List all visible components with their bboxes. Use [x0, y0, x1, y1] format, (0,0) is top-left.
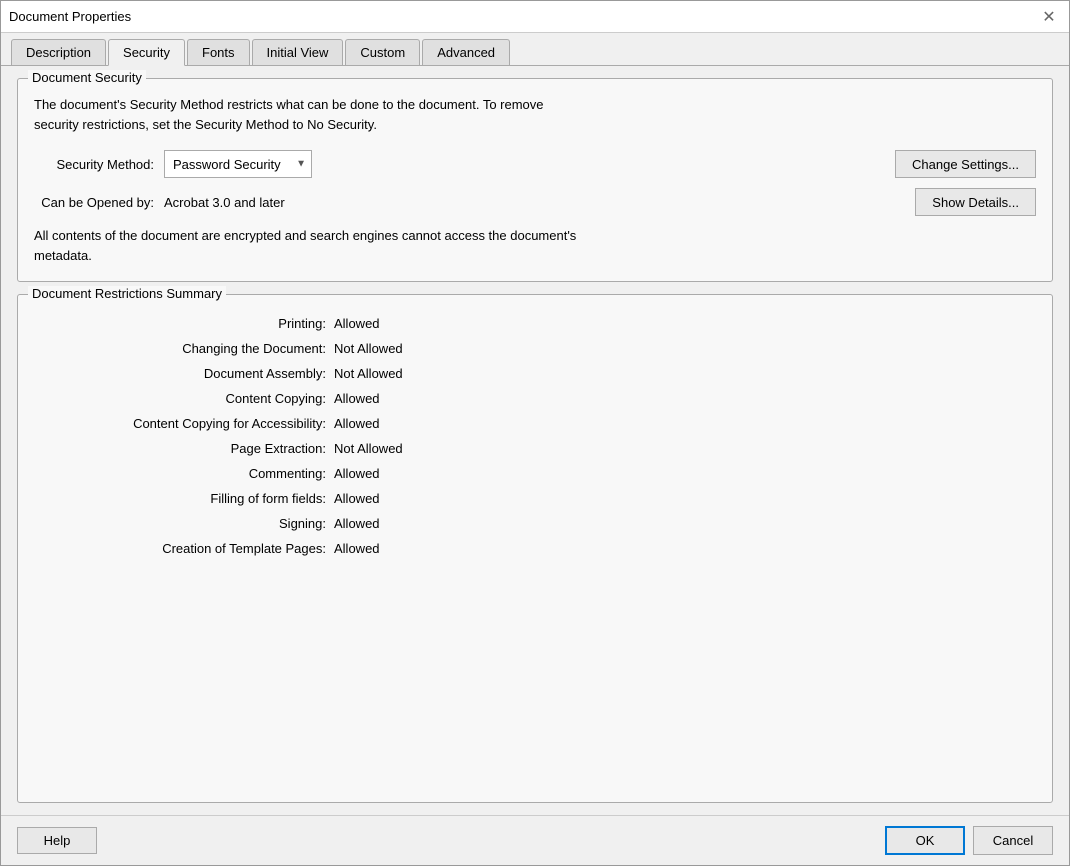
tab-security[interactable]: Security [108, 39, 185, 66]
opened-by-row: Can be Opened by: Acrobat 3.0 and later … [34, 188, 1036, 216]
security-method-label: Security Method: [34, 157, 154, 172]
tab-fonts[interactable]: Fonts [187, 39, 250, 65]
footer: Help OK Cancel [1, 815, 1069, 865]
restriction-value: Allowed [334, 488, 1036, 509]
restriction-value: Not Allowed [334, 363, 1036, 384]
encryption-note: All contents of the document are encrypt… [34, 226, 1036, 265]
security-method-select-wrapper[interactable]: Password Security ▼ [164, 150, 312, 178]
ok-button[interactable]: OK [885, 826, 965, 855]
restriction-label: Document Assembly: [34, 363, 334, 384]
restriction-label: Content Copying for Accessibility: [34, 413, 334, 434]
tab-description[interactable]: Description [11, 39, 106, 65]
content-area: Document Security The document's Securit… [1, 66, 1069, 815]
opened-by-left: Can be Opened by: Acrobat 3.0 and later [34, 195, 285, 210]
restriction-label: Page Extraction: [34, 438, 334, 459]
tab-advanced[interactable]: Advanced [422, 39, 510, 65]
opened-by-value: Acrobat 3.0 and later [164, 195, 285, 210]
restriction-label: Changing the Document: [34, 338, 334, 359]
restriction-value: Allowed [334, 463, 1036, 484]
restriction-label: Filling of form fields: [34, 488, 334, 509]
tabs-bar: Description Security Fonts Initial View … [1, 33, 1069, 66]
close-button[interactable]: ✕ [1037, 5, 1061, 29]
restriction-value: Allowed [334, 513, 1036, 534]
restriction-value: Allowed [334, 313, 1036, 334]
document-restrictions-group: Document Restrictions Summary Printing:A… [17, 294, 1053, 803]
restriction-label: Signing: [34, 513, 334, 534]
help-button[interactable]: Help [17, 827, 97, 854]
tab-custom[interactable]: Custom [345, 39, 420, 65]
restriction-label: Creation of Template Pages: [34, 538, 334, 559]
tab-initial-view[interactable]: Initial View [252, 39, 344, 65]
security-method-row: Security Method: Password Security ▼ Cha… [34, 150, 1036, 178]
document-security-content: The document's Security Method restricts… [34, 95, 1036, 265]
restriction-label: Printing: [34, 313, 334, 334]
restriction-label: Content Copying: [34, 388, 334, 409]
restriction-value: Allowed [334, 388, 1036, 409]
restriction-value: Not Allowed [334, 438, 1036, 459]
opened-by-label: Can be Opened by: [34, 195, 154, 210]
security-method-left: Security Method: Password Security ▼ [34, 150, 312, 178]
restriction-value: Allowed [334, 413, 1036, 434]
document-restrictions-title: Document Restrictions Summary [28, 286, 226, 301]
security-description: The document's Security Method restricts… [34, 95, 1036, 134]
document-security-group: Document Security The document's Securit… [17, 78, 1053, 282]
show-details-button[interactable]: Show Details... [915, 188, 1036, 216]
document-security-title: Document Security [28, 70, 146, 85]
document-restrictions-content: Printing:AllowedChanging the Document:No… [34, 313, 1036, 559]
change-settings-button[interactable]: Change Settings... [895, 150, 1036, 178]
restriction-value: Not Allowed [334, 338, 1036, 359]
window-title: Document Properties [9, 9, 131, 24]
title-bar: Document Properties ✕ [1, 1, 1069, 33]
document-properties-window: Document Properties ✕ Description Securi… [0, 0, 1070, 866]
cancel-button[interactable]: Cancel [973, 826, 1053, 855]
restriction-value: Allowed [334, 538, 1036, 559]
restriction-label: Commenting: [34, 463, 334, 484]
footer-right: OK Cancel [885, 826, 1053, 855]
security-method-select[interactable]: Password Security [164, 150, 312, 178]
restrictions-table: Printing:AllowedChanging the Document:No… [34, 313, 1036, 559]
